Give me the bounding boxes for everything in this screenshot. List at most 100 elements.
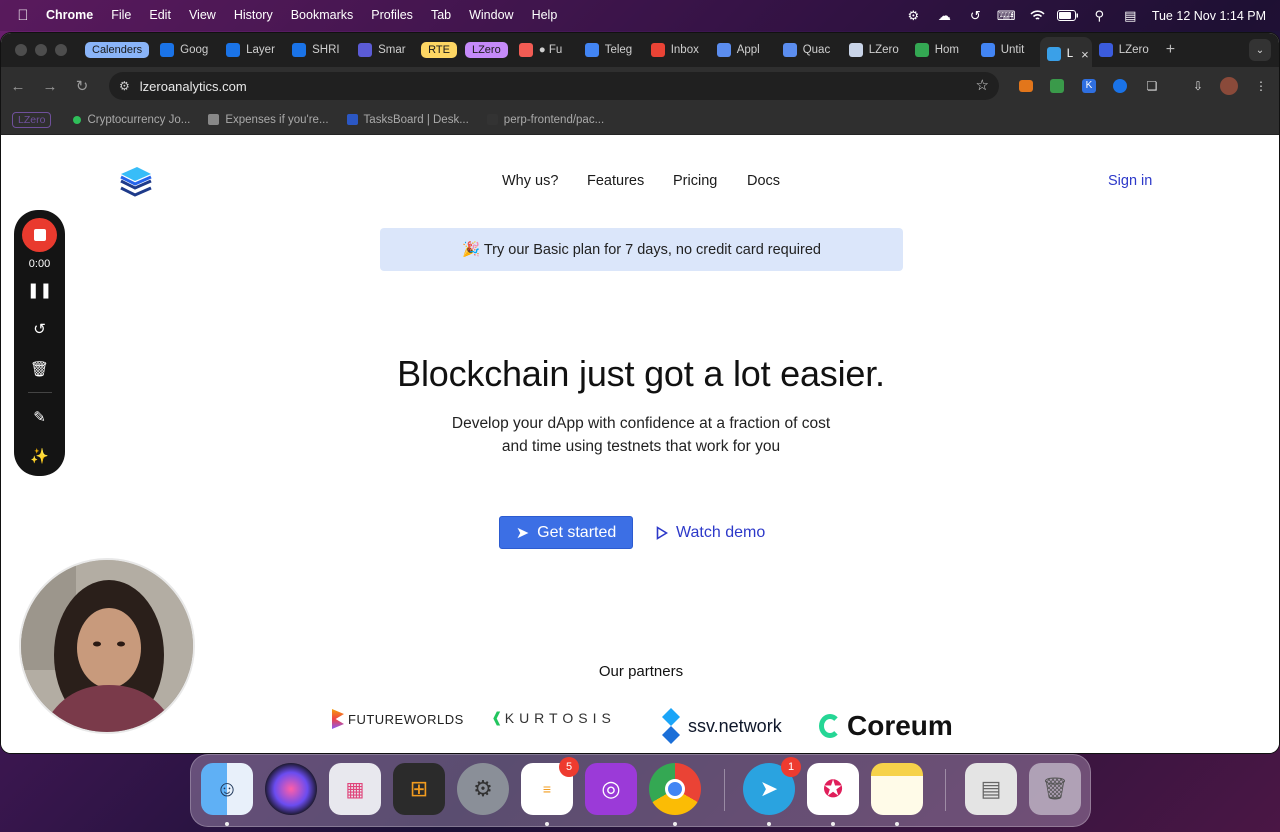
dock-reminders[interactable]: ≡ 5 <box>521 757 579 815</box>
bookmark-item[interactable]: TasksBoard | Desk... <box>346 114 469 126</box>
tab-group-calenders[interactable]: Calenders <box>81 37 153 63</box>
close-tab-icon[interactable]: × <box>1081 47 1089 62</box>
lzero-logo[interactable] <box>117 164 155 202</box>
menu-tab[interactable]: Tab <box>422 0 460 31</box>
back-button[interactable]: ← <box>3 71 33 101</box>
tab-search-button[interactable]: ⌄ <box>1249 39 1271 61</box>
tab[interactable]: Layer <box>219 37 285 63</box>
running-indicator <box>767 822 771 826</box>
menu-file[interactable]: File <box>102 0 140 31</box>
kebab-menu-icon[interactable]: ⋮ <box>1249 74 1273 98</box>
partner-name: FUTUREWORLDS <box>348 711 464 727</box>
tab[interactable]: ● Fu <box>512 37 578 63</box>
reload-button[interactable]: ↻ <box>67 71 97 101</box>
tab-group-lzero[interactable]: LZero <box>461 37 512 63</box>
partner-ssv-network[interactable]: ssv.network <box>656 706 782 746</box>
menu-clock[interactable]: Tue 12 Nov 1:14 PM <box>1152 9 1266 23</box>
dock-slack[interactable]: ✪ <box>807 763 859 815</box>
dock-calculator[interactable]: ⊞ <box>393 763 445 815</box>
dock-system-settings[interactable]: ⚙ <box>457 763 509 815</box>
bookmark-item[interactable]: Expenses if you're... <box>208 114 329 126</box>
nav-pricing[interactable]: Pricing <box>673 173 717 189</box>
tab[interactable]: Untit <box>974 37 1040 63</box>
puzzle-icon[interactable]: ❏ <box>1140 74 1164 98</box>
keyboard-icon[interactable]: ⌨ <box>991 0 1022 31</box>
sign-in-link[interactable]: Sign in <box>1108 173 1152 189</box>
battery-icon[interactable] <box>1053 0 1084 31</box>
partner-futureworlds[interactable]: FUTUREWORLDS <box>332 709 464 729</box>
bookmark-favicon <box>208 114 220 125</box>
tab-group-rte[interactable]: RTE <box>417 37 461 63</box>
menu-app-name[interactable]: Chrome <box>34 0 102 31</box>
apple-icon[interactable]:  <box>12 0 34 31</box>
bookmark-group-lzero[interactable]: LZero <box>12 111 52 128</box>
menu-window[interactable]: Window <box>460 0 522 31</box>
dock-finder[interactable]: ☺ <box>201 763 253 815</box>
blue-extension-icon[interactable] <box>1108 74 1132 98</box>
tab[interactable]: Appl <box>710 37 776 63</box>
effects-wand-icon[interactable]: ✨ <box>30 437 49 476</box>
search-icon[interactable]: ⚲ <box>1084 0 1115 31</box>
tab[interactable]: LZero <box>842 37 908 63</box>
stop-recording-button[interactable] <box>22 218 57 253</box>
close-window-button[interactable] <box>15 44 27 56</box>
wifi-icon[interactable] <box>1022 0 1053 31</box>
trial-banner[interactable]: 🎉 Try our Basic plan for 7 days, no cred… <box>380 228 903 271</box>
dock-siri[interactable] <box>265 763 317 815</box>
metamask-extension-icon[interactable] <box>1014 74 1038 98</box>
nav-features[interactable]: Features <box>587 173 644 189</box>
green-extension-icon[interactable] <box>1045 74 1069 98</box>
bookmark-item[interactable]: perp-frontend/pac... <box>486 114 604 126</box>
tab[interactable]: SHRI <box>285 37 351 63</box>
site-info-icon[interactable]: ⚙ <box>119 79 130 93</box>
pencil-icon[interactable]: ✎ <box>33 397 46 436</box>
restart-icon[interactable]: ↺ <box>33 310 46 349</box>
menu-view[interactable]: View <box>180 0 225 31</box>
tab[interactable]: Smar <box>351 37 417 63</box>
nav-why-us[interactable]: Why us? <box>502 173 558 189</box>
dock-notes[interactable] <box>871 763 923 815</box>
tab[interactable]: Quac <box>776 37 842 63</box>
gear-icon[interactable]: ⚙ <box>898 0 929 31</box>
menu-bookmarks[interactable]: Bookmarks <box>282 0 363 31</box>
partner-kurtosis[interactable]: ❰ KURTOSIS <box>491 709 616 726</box>
minimize-window-button[interactable] <box>35 44 47 56</box>
k-extension-icon[interactable]: K <box>1077 74 1101 98</box>
forward-button[interactable]: → <box>35 71 65 101</box>
pause-icon[interactable]: ❚❚ <box>27 270 52 309</box>
profile-avatar[interactable] <box>1217 74 1241 98</box>
new-tab-button[interactable]: + <box>1166 41 1175 59</box>
dock-launchpad[interactable]: ▦ <box>329 763 381 815</box>
get-started-button[interactable]: ➤ Get started <box>499 516 633 549</box>
webcam-bubble[interactable] <box>19 558 195 734</box>
nav-docs[interactable]: Docs <box>747 173 780 189</box>
tab[interactable]: Teleg <box>578 37 644 63</box>
menu-edit[interactable]: Edit <box>140 0 180 31</box>
tab-favicon-icon <box>1046 47 1061 61</box>
zoom-window-button[interactable] <box>55 44 67 56</box>
partner-coreum[interactable]: Coreum <box>819 710 953 742</box>
trash-icon[interactable]: 🗑 <box>30 349 49 388</box>
dock-trash[interactable]: 🗑 <box>1029 763 1081 815</box>
dock-preview-document[interactable]: ▤ <box>965 763 1017 815</box>
bookmark-item[interactable]: Cryptocurrency Jo... <box>73 114 190 126</box>
tab[interactable]: Inbox <box>644 37 710 63</box>
address-bar[interactable]: ⚙ lzeroanalytics.com ☆ <box>109 72 999 100</box>
menu-history[interactable]: History <box>225 0 282 31</box>
cloud-icon[interactable]: ☁ <box>929 0 960 31</box>
dock-chrome[interactable] <box>649 763 701 815</box>
bookmark-star-icon[interactable]: ☆ <box>976 76 989 94</box>
menu-profiles[interactable]: Profiles <box>362 0 422 31</box>
menu-help[interactable]: Help <box>523 0 567 31</box>
download-icon[interactable]: ⇩ <box>1186 74 1210 98</box>
dock-telegram[interactable]: ➤ 1 <box>743 757 801 815</box>
tab[interactable]: Hom <box>908 37 974 63</box>
tab-active[interactable]: L × <box>1039 37 1092 71</box>
tab[interactable]: LZero <box>1092 37 1158 63</box>
watch-demo-button[interactable]: Watch demo <box>656 516 765 549</box>
tab[interactable]: Goog <box>153 37 219 63</box>
dock-podcasts[interactable]: ◎ <box>585 763 637 815</box>
play-icon <box>656 525 668 540</box>
control-center-icon[interactable]: ▤ <box>1115 0 1146 31</box>
time-machine-icon[interactable]: ↺ <box>960 0 991 31</box>
